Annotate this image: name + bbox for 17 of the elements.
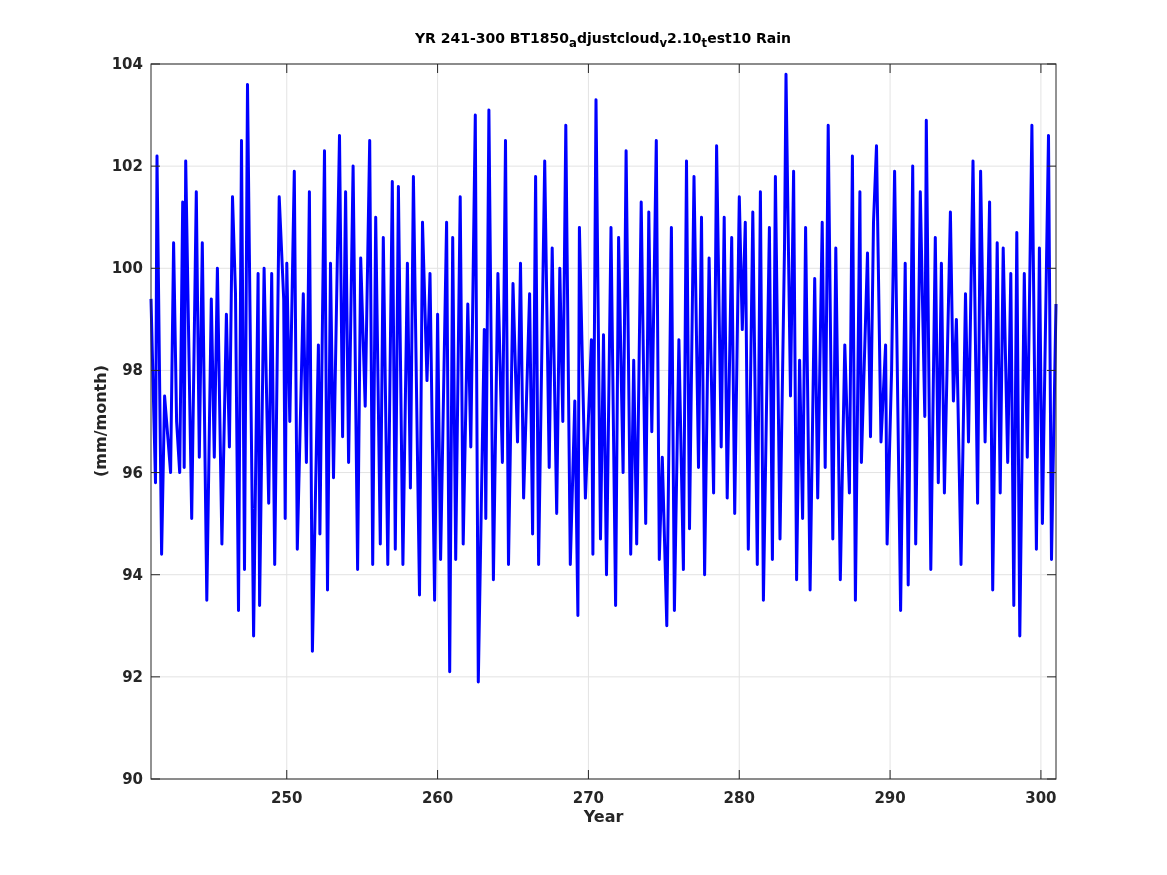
y-axis-label: (mm/month): [91, 365, 110, 477]
y-tick-label: 90: [122, 770, 143, 788]
x-axis-label: Year: [583, 807, 624, 826]
y-tick-label: 98: [122, 361, 143, 380]
y-tick-label: 94: [122, 565, 143, 584]
x-tick-label: 290: [874, 789, 906, 807]
x-tick-label: 280: [723, 789, 755, 807]
x-tick-label: 270: [572, 789, 605, 807]
y-tick-label: 92: [122, 667, 143, 686]
y-tick-label: 104: [111, 55, 143, 73]
x-tick-label: 250: [271, 789, 303, 807]
y-tick-label: 100: [111, 259, 143, 278]
chart-title: YR 241-300 BT1850$_{a}$djustcloud$_{v}$2.10$_{t}$est10 Rain: [414, 30, 792, 50]
x-tick-label: 300: [1025, 789, 1057, 807]
x-tick-label: 260: [421, 789, 454, 807]
y-tick-label: 96: [122, 463, 143, 482]
y-tick-label: 102: [111, 157, 143, 176]
